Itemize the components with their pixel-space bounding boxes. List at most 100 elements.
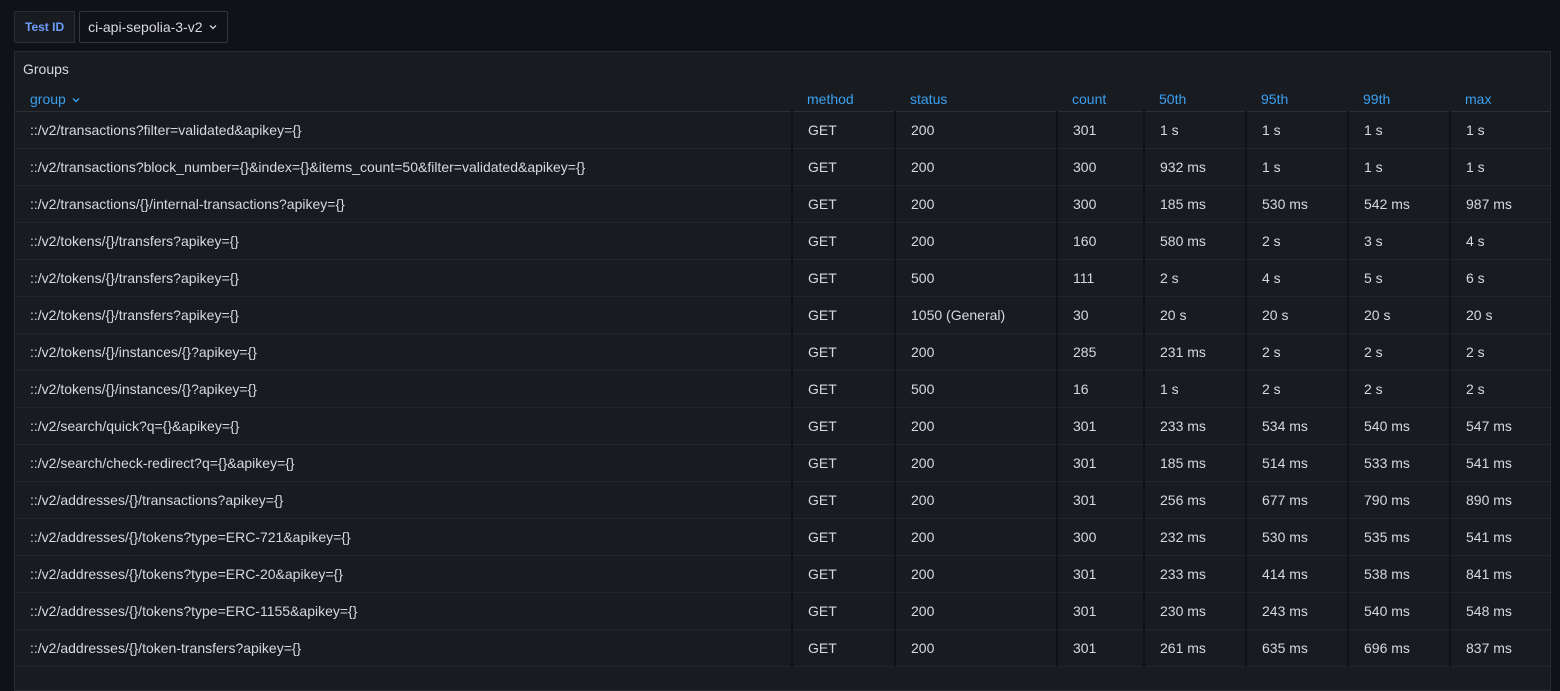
cell-95th: 2 s — [1245, 370, 1348, 408]
cell-50th: 932 ms — [1143, 148, 1246, 186]
test-id-select[interactable]: ci-api-sepolia-3-v2 — [79, 11, 228, 43]
cell-95th: 243 ms — [1245, 592, 1348, 630]
cell-50th: 1 s — [1143, 370, 1246, 408]
cell-count: 111 — [1056, 259, 1144, 297]
cell-95th: 414 ms — [1245, 555, 1348, 593]
cell-status: 1050 (General) — [894, 296, 1057, 334]
sort-descending-icon — [72, 97, 80, 103]
cell-status: 200 — [894, 111, 1057, 149]
cell-50th: 2 s — [1143, 259, 1246, 297]
cell-50th: 1 s — [1143, 111, 1246, 149]
table-row: ::/v2/addresses/{}/token-transfers?apike… — [15, 629, 1550, 667]
cell-group: ::/v2/addresses/{}/tokens?type=ERC-1155&… — [15, 592, 792, 630]
cell-50th: 233 ms — [1143, 555, 1246, 593]
cell-99th: 540 ms — [1347, 407, 1450, 445]
cell-99th: 1 s — [1347, 111, 1450, 149]
table-row: ::/v2/search/check-redirect?q={}&apikey=… — [15, 444, 1550, 482]
cell-count: 30 — [1056, 296, 1144, 334]
cell-50th: 231 ms — [1143, 333, 1246, 371]
cell-method: GET — [791, 185, 895, 223]
cell-99th: 535 ms — [1347, 518, 1450, 556]
cell-method: GET — [791, 629, 895, 667]
cell-count: 301 — [1056, 555, 1144, 593]
cell-count: 301 — [1056, 407, 1144, 445]
cell-group: ::/v2/tokens/{}/instances/{}?apikey={} — [15, 333, 792, 371]
cell-count: 301 — [1056, 111, 1144, 149]
cell-status: 200 — [894, 629, 1057, 667]
cell-50th: 256 ms — [1143, 481, 1246, 519]
cell-method: GET — [791, 518, 895, 556]
column-header-label: status — [910, 90, 948, 107]
cell-status: 200 — [894, 518, 1057, 556]
cell-status: 200 — [894, 592, 1057, 630]
cell-95th: 530 ms — [1245, 518, 1348, 556]
cell-95th: 20 s — [1245, 296, 1348, 334]
column-header-status[interactable]: status — [895, 86, 1057, 112]
cell-95th: 1 s — [1245, 148, 1348, 186]
column-header-label: count — [1072, 90, 1107, 107]
cell-99th: 538 ms — [1347, 555, 1450, 593]
cell-max: 4 s — [1449, 222, 1550, 260]
table-row: ::/v2/tokens/{}/transfers?apikey={} GET 20… — [15, 222, 1550, 260]
cell-count: 300 — [1056, 185, 1144, 223]
cell-method: GET — [791, 370, 895, 408]
cell-method: GET — [791, 444, 895, 482]
cell-group: ::/v2/search/check-redirect?q={}&apikey=… — [15, 444, 792, 482]
cell-max: 541 ms — [1449, 518, 1550, 556]
cell-95th: 514 ms — [1245, 444, 1348, 482]
cell-group: ::/v2/transactions?block_number={}&index… — [15, 148, 792, 186]
cell-status: 500 — [894, 370, 1057, 408]
cell-status: 200 — [894, 222, 1057, 260]
cell-method: GET — [791, 555, 895, 593]
column-header-group[interactable]: group — [15, 86, 792, 112]
cell-max: 1 s — [1449, 111, 1550, 149]
cell-99th: 542 ms — [1347, 185, 1450, 223]
column-header-method[interactable]: method — [792, 86, 895, 112]
cell-50th: 230 ms — [1143, 592, 1246, 630]
groups-table: group method status count 50th 95th 99th max ::… — [15, 86, 1550, 667]
column-header-99th[interactable]: 99th — [1348, 86, 1450, 112]
cell-status: 200 — [894, 555, 1057, 593]
cell-group: ::/v2/transactions/{}/internal-transacti… — [15, 185, 792, 223]
table-row: ::/v2/search/quick?q={}&apikey={} GET 200 3… — [15, 407, 1550, 445]
column-header-95th[interactable]: 95th — [1246, 86, 1348, 112]
cell-group: ::/v2/tokens/{}/transfers?apikey={} — [15, 296, 792, 334]
cell-50th: 185 ms — [1143, 185, 1246, 223]
cell-group: ::/v2/tokens/{}/transfers?apikey={} — [15, 259, 792, 297]
column-header-count[interactable]: count — [1057, 86, 1144, 112]
column-header-max[interactable]: max — [1450, 86, 1550, 112]
cell-99th: 540 ms — [1347, 592, 1450, 630]
cell-50th: 185 ms — [1143, 444, 1246, 482]
cell-max: 841 ms — [1449, 555, 1550, 593]
cell-max: 547 ms — [1449, 407, 1550, 445]
cell-95th: 1 s — [1245, 111, 1348, 149]
cell-99th: 20 s — [1347, 296, 1450, 334]
cell-50th: 233 ms — [1143, 407, 1246, 445]
cell-99th: 2 s — [1347, 333, 1450, 371]
cell-99th: 2 s — [1347, 370, 1450, 408]
cell-status: 200 — [894, 185, 1057, 223]
table-row: ::/v2/tokens/{}/instances/{}?apikey={} GE… — [15, 370, 1550, 408]
table-row: ::/v2/tokens/{}/instances/{}?apikey={} GE… — [15, 333, 1550, 371]
cell-95th: 2 s — [1245, 222, 1348, 260]
cell-method: GET — [791, 407, 895, 445]
cell-50th: 232 ms — [1143, 518, 1246, 556]
table-row: ::/v2/addresses/{}/tokens?type=ERC-1155&… — [15, 592, 1550, 630]
cell-method: GET — [791, 481, 895, 519]
cell-method: GET — [791, 592, 895, 630]
chevron-down-icon — [209, 25, 216, 30]
cell-count: 16 — [1056, 370, 1144, 408]
variable-bar: Test ID ci-api-sepolia-3-v2 — [14, 11, 228, 43]
cell-status: 200 — [894, 481, 1057, 519]
table-row: ::/v2/addresses/{}/tokens?type=ERC-721&a… — [15, 518, 1550, 556]
cell-group: ::/v2/transactions?filter=validated&apik… — [15, 111, 792, 149]
cell-status: 200 — [894, 407, 1057, 445]
cell-99th: 1 s — [1347, 148, 1450, 186]
cell-50th: 20 s — [1143, 296, 1246, 334]
cell-max: 548 ms — [1449, 592, 1550, 630]
cell-count: 300 — [1056, 518, 1144, 556]
column-header-50th[interactable]: 50th — [1144, 86, 1246, 112]
cell-method: GET — [791, 296, 895, 334]
cell-95th: 530 ms — [1245, 185, 1348, 223]
cell-max: 987 ms — [1449, 185, 1550, 223]
